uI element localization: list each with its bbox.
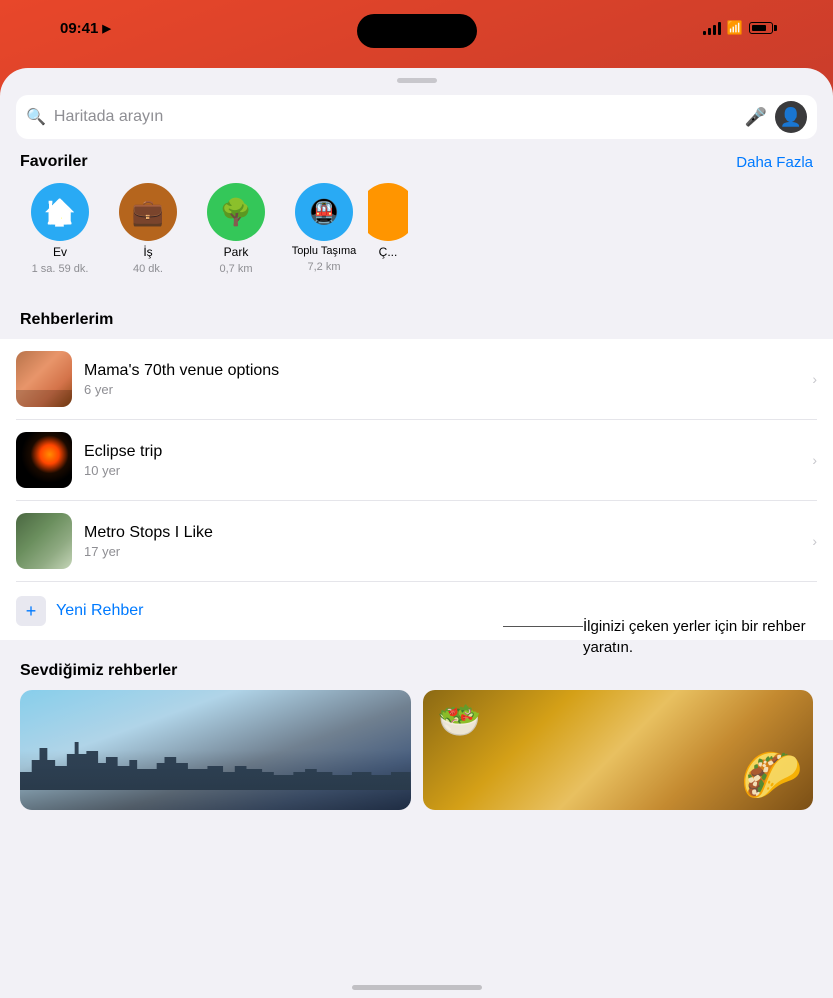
mama-guide-info: Mama's 70th venue options 6 yer — [84, 362, 800, 397]
eclipse-guide-info: Eclipse trip 10 yer — [84, 443, 800, 478]
food-guide-card[interactable] — [423, 690, 814, 810]
dynamic-island — [357, 14, 477, 48]
mama-guide-count: 6 yer — [84, 382, 800, 397]
favorites-header: Favoriler Daha Fazla — [0, 139, 833, 177]
work-fav-sublabel: 40 dk. — [133, 263, 163, 275]
guides-list: Mama's 70th venue options 6 yer › Eclips… — [0, 339, 833, 640]
home-fav-sublabel: 1 sa. 59 dk. — [32, 263, 89, 275]
metro-guide-info: Metro Stops I Like 17 yer — [84, 524, 800, 559]
section-separator-1 — [0, 289, 833, 297]
status-time: 09:41 ▶ — [60, 20, 111, 37]
loved-guides-cards — [20, 690, 813, 810]
eclipse-guide-title: Eclipse trip — [84, 443, 800, 461]
metro-guide-thumbnail — [16, 513, 72, 569]
mama-guide-title: Mama's 70th venue options — [84, 362, 800, 380]
signal-bars-icon — [703, 21, 721, 35]
chevron-right-icon: › — [812, 452, 817, 468]
wifi-icon: 📶 — [727, 20, 743, 36]
city-guide-card[interactable] — [20, 690, 411, 810]
transit-fav-sublabel: 7,2 km — [307, 261, 340, 273]
transit-fav-label: Toplu Taşıma — [292, 245, 357, 257]
favorites-title: Favoriler — [20, 153, 88, 171]
bottom-sheet: 🔍 Haritada arayın 🎤 👤 Favoriler Daha Faz… — [0, 68, 833, 998]
home-fav-icon: 🏠 — [31, 183, 89, 241]
list-item[interactable]: Mama's 70th venue options 6 yer › — [16, 339, 817, 420]
loved-guides-title: Sevdiğimiz rehberler — [20, 662, 813, 680]
extra-fav-icon — [368, 183, 408, 241]
favorite-item-park[interactable]: 🌳 Park 0,7 km — [192, 183, 280, 275]
plus-icon: + — [16, 596, 46, 626]
user-avatar[interactable]: 👤 — [775, 101, 807, 133]
status-icons: 📶 — [703, 20, 773, 36]
chevron-right-icon: › — [812, 371, 817, 387]
new-guide-label: Yeni Rehber — [56, 602, 143, 620]
metro-guide-title: Metro Stops I Like — [84, 524, 800, 542]
list-item[interactable]: Eclipse trip 10 yer › — [16, 420, 817, 501]
park-fav-label: Park — [224, 245, 249, 259]
annotation-line — [503, 626, 583, 627]
my-guides-header: Rehberlerim — [0, 297, 833, 335]
metro-guide-count: 17 yer — [84, 544, 800, 559]
annotation-callout: İlginizi çeken yerler için bir rehber ya… — [583, 616, 813, 658]
transit-fav-icon: 🚇 — [295, 183, 353, 241]
search-bar[interactable]: 🔍 Haritada arayın 🎤 👤 — [16, 95, 817, 139]
work-fav-label: İş — [143, 245, 152, 259]
mama-guide-thumbnail — [16, 351, 72, 407]
extra-fav-label: Ç... — [379, 245, 398, 259]
eclipse-guide-count: 10 yer — [84, 463, 800, 478]
chevron-right-icon: › — [812, 533, 817, 549]
favorite-item-extra[interactable]: Ç... — [368, 183, 408, 275]
favorites-more-button[interactable]: Daha Fazla — [736, 154, 813, 171]
battery-icon — [749, 22, 773, 34]
park-fav-icon: 🌳 — [207, 183, 265, 241]
favorite-item-home[interactable]: 🏠 Ev 1 sa. 59 dk. — [16, 183, 104, 275]
search-icon: 🔍 — [26, 107, 46, 127]
work-fav-icon: 💼 — [119, 183, 177, 241]
sheet-handle — [397, 78, 437, 83]
mic-icon[interactable]: 🎤 — [745, 107, 767, 128]
home-indicator — [352, 985, 482, 990]
search-placeholder: Haritada arayın — [54, 108, 737, 126]
park-fav-sublabel: 0,7 km — [219, 263, 252, 275]
eclipse-guide-thumbnail — [16, 432, 72, 488]
loved-guides-section: Sevdiğimiz rehberler — [0, 648, 833, 816]
favorite-item-work[interactable]: 💼 İş 40 dk. — [104, 183, 192, 275]
favorite-item-transit[interactable]: 🚇 Toplu Taşıma 7,2 km — [280, 183, 368, 275]
list-item[interactable]: Metro Stops I Like 17 yer › — [16, 501, 817, 582]
annotation-text: İlginizi çeken yerler için bir rehber ya… — [583, 618, 806, 656]
home-fav-label: Ev — [53, 245, 67, 259]
my-guides-title: Rehberlerim — [20, 311, 113, 329]
favorites-row: 🏠 Ev 1 sa. 59 dk. 💼 İş 40 dk. 🌳 Park 0,7… — [0, 177, 833, 289]
